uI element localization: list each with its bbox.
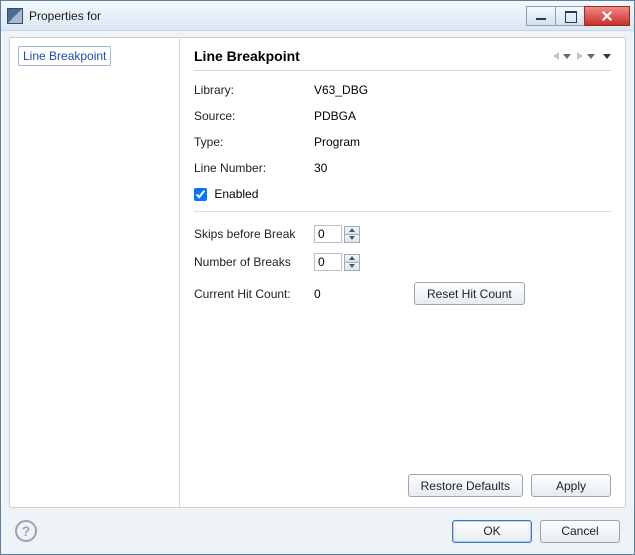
library-value: V63_DBG xyxy=(314,83,368,97)
library-label: Library: xyxy=(194,83,314,97)
chevron-down-icon xyxy=(563,54,571,59)
panel-nav-arrows xyxy=(553,52,611,60)
dialog-footer: ? OK Cancel xyxy=(1,508,634,554)
source-value: PDBGA xyxy=(314,109,356,123)
hit-count-label: Current Hit Count: xyxy=(194,287,314,301)
maximize-button[interactable] xyxy=(555,6,585,26)
breakpoint-form: Library: V63_DBG Source: PDBGA Type: Pro… xyxy=(194,71,611,313)
chevron-down-icon xyxy=(603,54,611,59)
properties-dialog: Properties for Line Breakpoint Line Brea… xyxy=(0,0,635,555)
source-label: Source: xyxy=(194,109,314,123)
title-bar: Properties for xyxy=(1,1,634,31)
panel-header: Line Breakpoint xyxy=(194,48,611,71)
line-number-label: Line Number: xyxy=(194,161,314,175)
minimize-button[interactable] xyxy=(526,6,556,26)
reset-hit-count-button[interactable]: Reset Hit Count xyxy=(414,282,525,305)
type-label: Type: xyxy=(194,135,314,149)
skips-label: Skips before Break xyxy=(194,227,314,241)
category-tree: Line Breakpoint xyxy=(10,38,180,507)
restore-defaults-button[interactable]: Restore Defaults xyxy=(408,474,523,497)
chevron-down-icon xyxy=(587,54,595,59)
nav-item-line-breakpoint[interactable]: Line Breakpoint xyxy=(18,46,111,66)
dialog-content: Line Breakpoint Line Breakpoint xyxy=(9,37,626,508)
breaks-decrement-button[interactable] xyxy=(344,262,360,271)
back-button[interactable] xyxy=(553,52,571,60)
skips-input[interactable] xyxy=(314,225,342,243)
breaks-input[interactable] xyxy=(314,253,342,271)
breaks-spinner xyxy=(314,252,360,272)
enabled-checkbox[interactable] xyxy=(194,188,207,201)
arrow-right-icon xyxy=(577,52,583,60)
ok-button[interactable]: OK xyxy=(452,520,532,543)
panel-title: Line Breakpoint xyxy=(194,48,553,64)
apply-button[interactable]: Apply xyxy=(531,474,611,497)
separator xyxy=(194,211,611,212)
window-controls xyxy=(526,6,630,26)
enabled-label: Enabled xyxy=(214,187,258,201)
skips-decrement-button[interactable] xyxy=(344,234,360,243)
forward-button[interactable] xyxy=(577,52,595,60)
cancel-button[interactable]: Cancel xyxy=(540,520,620,543)
breaks-label: Number of Breaks xyxy=(194,255,314,269)
panel-menu-button[interactable] xyxy=(601,54,611,59)
close-button[interactable] xyxy=(584,6,630,26)
enabled-checkbox-row[interactable]: Enabled xyxy=(194,187,258,201)
arrow-left-icon xyxy=(553,52,559,60)
help-icon[interactable]: ? xyxy=(15,520,37,542)
line-number-value: 30 xyxy=(314,161,327,175)
app-icon xyxy=(7,8,23,24)
settings-panel: Line Breakpoint L xyxy=(180,38,625,507)
panel-footer: Restore Defaults Apply xyxy=(194,466,611,497)
hit-count-value: 0 xyxy=(314,287,354,301)
skips-spinner xyxy=(314,224,360,244)
type-value: Program xyxy=(314,135,360,149)
window-title: Properties for xyxy=(29,9,526,23)
